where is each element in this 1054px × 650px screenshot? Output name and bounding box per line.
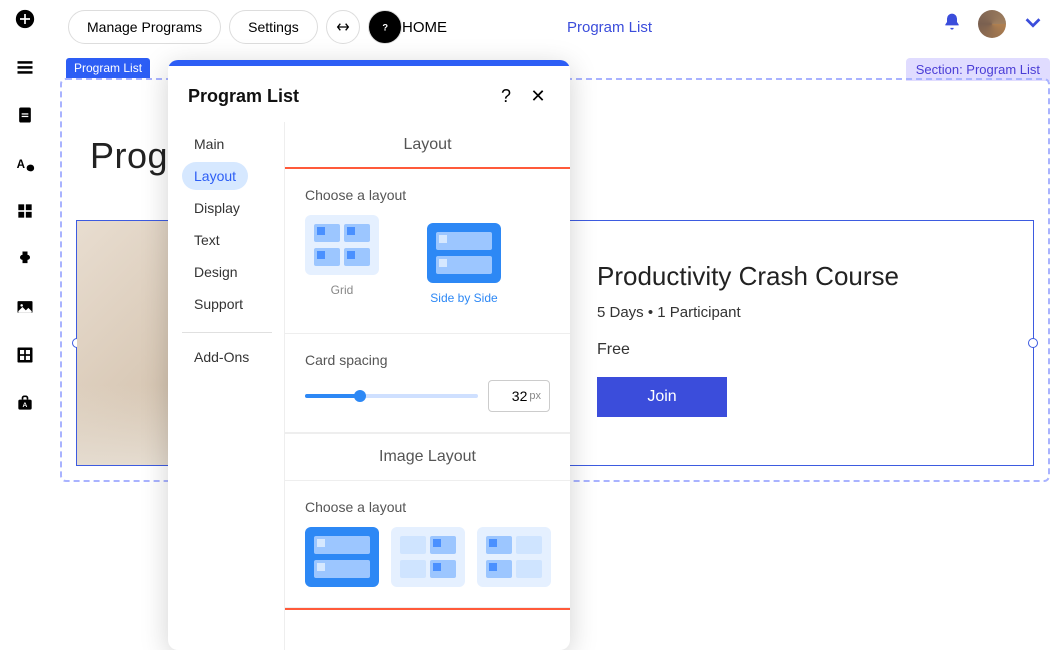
- program-title: Productivity Crash Course: [597, 261, 1013, 292]
- help-icon[interactable]: ?: [494, 84, 518, 108]
- layout-heading: Layout: [285, 122, 570, 169]
- image-layout-1[interactable]: [305, 527, 379, 587]
- card-spacing-slider[interactable]: [305, 394, 478, 398]
- popover-sidebar: Main Layout Display Text Design Support …: [168, 122, 284, 650]
- tab-design[interactable]: Design: [182, 258, 250, 286]
- manage-programs-button[interactable]: Manage Programs: [68, 10, 221, 44]
- media-icon[interactable]: [14, 296, 36, 318]
- svg-text:A: A: [23, 402, 28, 409]
- tab-text[interactable]: Text: [182, 226, 232, 254]
- close-icon[interactable]: ✕: [526, 84, 550, 108]
- doc-icon[interactable]: [14, 104, 36, 126]
- popover-title: Program List: [188, 86, 486, 107]
- program-price: Free: [597, 341, 1013, 359]
- tab-layout[interactable]: Layout: [182, 162, 248, 190]
- tab-display[interactable]: Display: [182, 194, 252, 222]
- business-icon[interactable]: A: [14, 392, 36, 414]
- help-button[interactable]: ?: [368, 10, 402, 44]
- card-spacing-section: Card spacing 32px: [285, 334, 570, 433]
- style-icon[interactable]: A: [14, 152, 36, 174]
- choose-layout-section: Choose a layout Grid: [285, 169, 570, 334]
- layout-highlighted: Choose a layout Grid: [285, 169, 570, 608]
- layout-option-grid[interactable]: Grid: [305, 215, 379, 313]
- choose-layout2-label: Choose a layout: [305, 499, 550, 515]
- settings-button[interactable]: Settings: [229, 10, 318, 44]
- image-layout-3[interactable]: [477, 527, 551, 587]
- tab-support[interactable]: Support: [182, 290, 255, 318]
- element-badge[interactable]: Program List: [66, 58, 150, 78]
- tab-main[interactable]: Main: [182, 130, 236, 158]
- nav-program-list[interactable]: Program List: [567, 19, 652, 36]
- stretch-button[interactable]: [326, 10, 360, 44]
- chevron-down-icon[interactable]: [1022, 11, 1044, 38]
- apps-icon[interactable]: [14, 200, 36, 222]
- nav-home[interactable]: HOME: [402, 19, 447, 36]
- popover-content: Layout Choose a layout Grid: [284, 122, 570, 650]
- top-right: [942, 10, 1044, 38]
- divider: [182, 332, 272, 333]
- left-rail: A A: [0, 0, 50, 650]
- popover-header: Program List ? ✕: [168, 66, 570, 122]
- avatar[interactable]: [978, 10, 1006, 38]
- grid-label: Grid: [331, 283, 354, 297]
- layout-option-side[interactable]: Side by Side: [399, 215, 515, 313]
- program-meta: 5 Days • 1 Participant: [597, 304, 1013, 321]
- settings-popover: Program List ? ✕ Main Layout Display Tex…: [168, 60, 570, 650]
- bell-icon[interactable]: [942, 12, 962, 37]
- card-spacing-input[interactable]: 32px: [488, 380, 550, 412]
- plugins-icon[interactable]: [14, 248, 36, 270]
- image-layout-heading: Image Layout: [285, 433, 570, 481]
- svg-text:A: A: [17, 158, 26, 171]
- data-icon[interactable]: [14, 344, 36, 366]
- choose-layout-label: Choose a layout: [305, 187, 550, 203]
- side-label: Side by Side: [430, 291, 497, 305]
- add-icon[interactable]: [14, 8, 36, 30]
- tab-addons[interactable]: Add-Ons: [182, 343, 261, 371]
- image-layout-2[interactable]: [391, 527, 465, 587]
- join-button[interactable]: Join: [597, 377, 727, 417]
- pages-icon[interactable]: [14, 56, 36, 78]
- program-text: Productivity Crash Course 5 Days • 1 Par…: [597, 261, 1013, 417]
- card-spacing-label: Card spacing: [305, 352, 550, 368]
- top-nav: HOME Program List: [402, 0, 652, 54]
- svg-text:?: ?: [382, 22, 388, 32]
- image-layout-section: Choose a layout: [285, 481, 570, 608]
